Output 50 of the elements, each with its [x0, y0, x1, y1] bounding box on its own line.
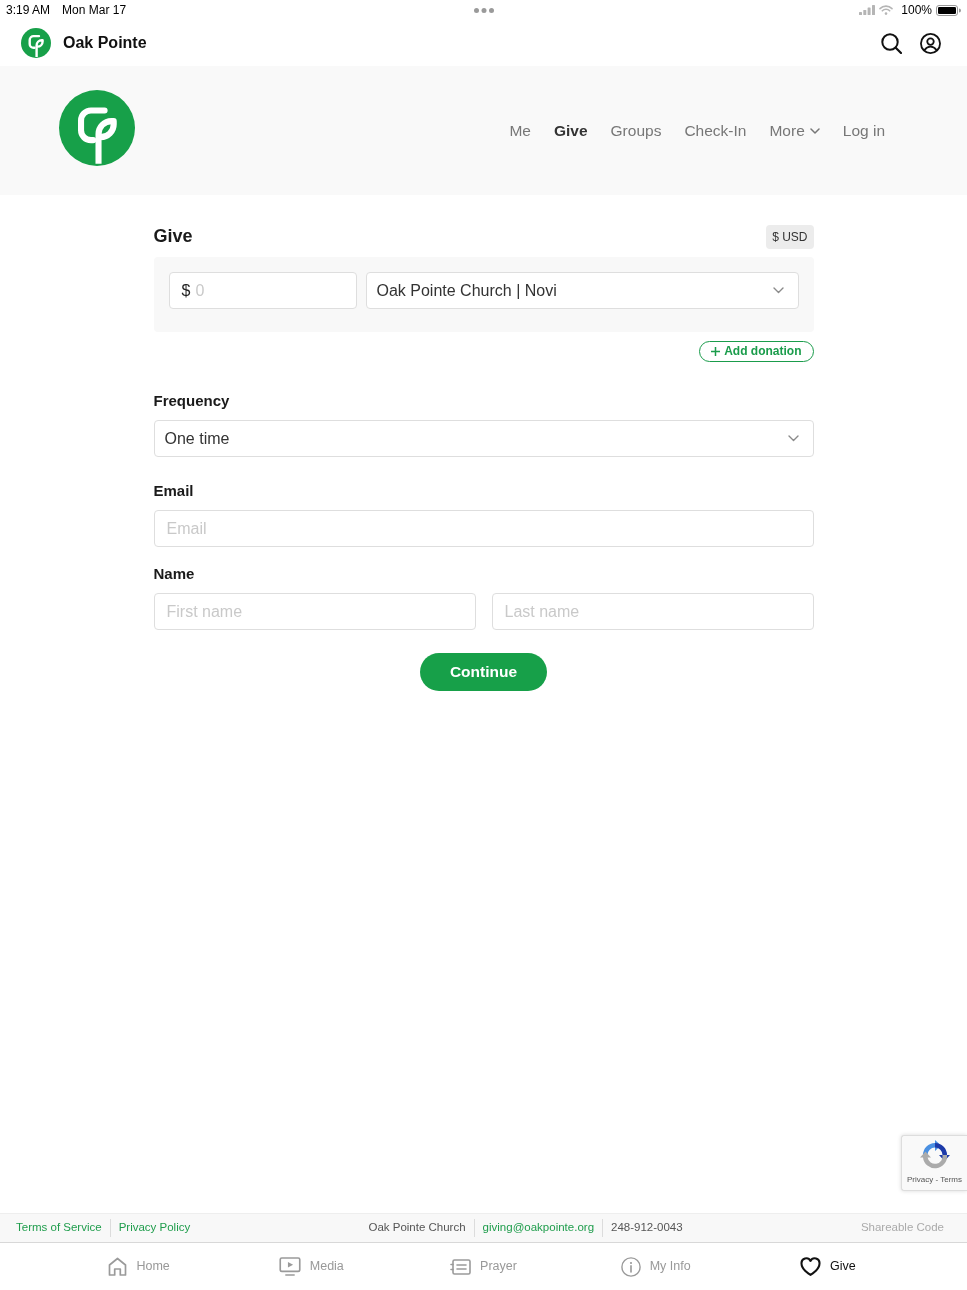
footer-link[interactable]: Shareable Code	[860, 1219, 944, 1237]
nav-link[interactable]: Give	[553, 118, 588, 143]
app-title: Oak Pointe	[63, 33, 147, 53]
footer-link[interactable]: Privacy Policy	[109, 1219, 199, 1237]
battery-percent: 100%	[901, 2, 932, 19]
logo-icon	[21, 28, 51, 58]
heart-icon	[800, 1257, 822, 1276]
info-icon	[620, 1256, 641, 1277]
tab-bar-item[interactable]: Home	[53, 1243, 226, 1290]
ellipsis-icon	[473, 7, 494, 13]
frequency-label: Frequency	[153, 391, 231, 411]
home-icon	[108, 1257, 128, 1276]
plus-icon	[711, 347, 721, 356]
add-donation-button[interactable]: Add donation	[699, 341, 814, 362]
circular-arrows-icon	[918, 1140, 951, 1170]
note-card-icon	[450, 1258, 472, 1275]
currency-badge: $ USD	[766, 225, 814, 249]
email-label: Email	[153, 481, 195, 501]
page-title: Give	[153, 226, 193, 248]
footer-email-link[interactable]: giving@oakpointe.org	[473, 1219, 603, 1237]
signal-icon	[859, 5, 876, 15]
status-date: Mon Mar 17	[62, 2, 127, 19]
status-time: 3:19 AM	[6, 2, 51, 19]
footer-link[interactable]: Terms of Service	[16, 1219, 110, 1237]
recaptcha-links[interactable]: Privacy - Terms	[907, 1174, 962, 1186]
chevron-down-icon	[809, 127, 820, 134]
chevron-down-icon	[787, 435, 799, 442]
tab-bar-item[interactable]: My Info	[569, 1243, 742, 1290]
tab-bar-item[interactable]: Give	[741, 1243, 914, 1290]
footer-text: 248-912-0043	[602, 1219, 691, 1237]
chevron-down-icon	[772, 287, 784, 294]
name-label: Name	[153, 564, 196, 584]
nav-link[interactable]: Log in	[842, 118, 885, 143]
logo-icon	[59, 89, 135, 166]
nav-link[interactable]: Groups	[610, 118, 662, 143]
nav-link[interactable]: More	[769, 118, 820, 143]
wifi-icon	[879, 5, 894, 15]
tv-play-icon	[278, 1257, 301, 1276]
fund-select[interactable]: Oak Pointe Church | Novi	[365, 272, 799, 309]
tab-bar-item[interactable]: Media	[225, 1243, 398, 1290]
battery-icon	[936, 4, 961, 16]
tab-bar-item[interactable]: Prayer	[397, 1243, 570, 1290]
nav-link[interactable]: Me	[509, 118, 531, 143]
currency-symbol: $	[181, 282, 191, 299]
nav-link[interactable]: Check-In	[684, 118, 747, 143]
frequency-select[interactable]: One time	[153, 420, 814, 457]
footer-text: Oak Pointe Church	[368, 1220, 467, 1236]
account-icon[interactable]	[920, 32, 941, 54]
continue-button[interactable]: Continue	[420, 653, 547, 691]
search-icon[interactable]	[881, 32, 902, 54]
